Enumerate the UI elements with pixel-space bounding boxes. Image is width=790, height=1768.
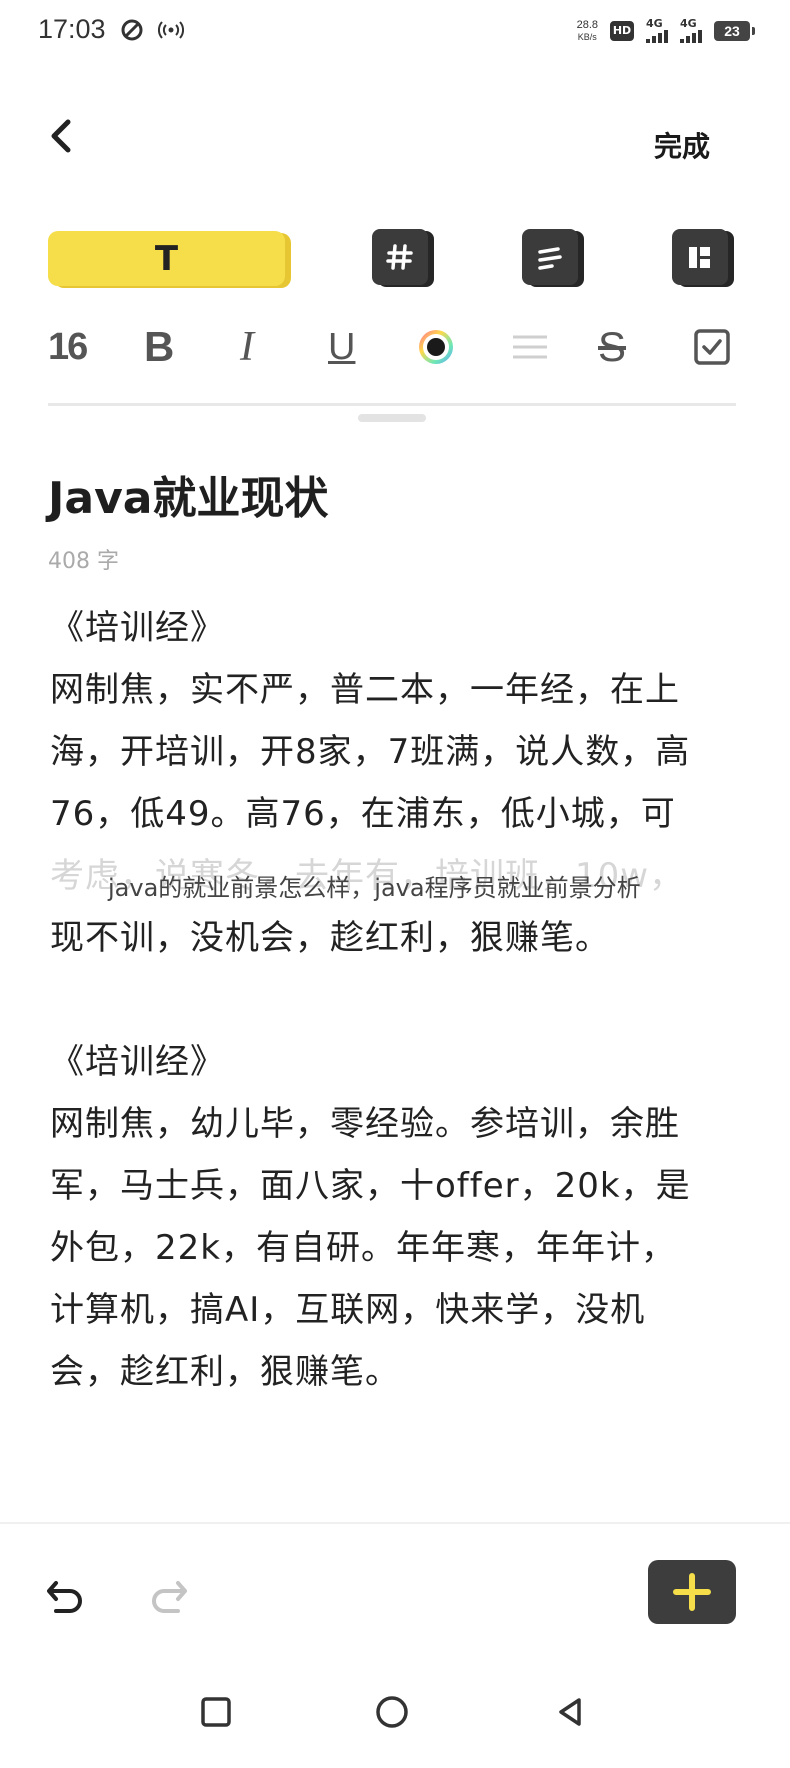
word-count: 408 字: [48, 549, 119, 574]
align-button[interactable]: [508, 322, 552, 372]
status-left-icons: [120, 18, 184, 46]
signal-sim1-icon: 4G: [646, 18, 668, 43]
text-line: 计算机，搞AI，互联网，快来学，没机: [50, 1290, 646, 1330]
checkbox-button[interactable]: [690, 322, 734, 372]
square-icon: [201, 1697, 231, 1727]
plus-icon: [673, 1573, 711, 1611]
redo-icon: [152, 1581, 187, 1613]
note-paragraph-2[interactable]: 《培训经》 网制焦，幼儿毕，零经验。参培训，余胜 军，马士兵，面八家，十offe…: [50, 1031, 750, 1403]
italic-button[interactable]: I: [240, 322, 254, 372]
text-line: 网制焦，幼儿毕，零经验。参培训，余胜: [50, 1104, 680, 1144]
note-paragraph-1[interactable]: 《培训经》 网制焦，实不严，普二本，一年经，在上 海，开培训，开8家，7班满，说…: [50, 597, 750, 969]
layout-icon: [689, 247, 710, 268]
text-line: 现不训，没机会，趁红利，狠赚笔。: [50, 918, 610, 958]
list-style-button[interactable]: [522, 229, 578, 285]
heading-icon: [386, 244, 413, 270]
battery-icon: 23: [714, 20, 755, 41]
status-right-icons: 28.8 KB/s HD 4G 4G 23: [576, 18, 755, 43]
checkbox-icon: [694, 329, 730, 365]
undo-button[interactable]: [44, 1575, 88, 1619]
align-icon: [513, 335, 547, 359]
nav-recents-button[interactable]: [196, 1692, 236, 1732]
done-button[interactable]: 完成: [654, 125, 710, 165]
heading-style-button[interactable]: [372, 229, 428, 285]
do-not-disturb-icon: [120, 18, 144, 46]
watermark-text: java的就业前景怎么样，java程序员就业前景分析: [108, 874, 641, 902]
nav-back-button[interactable]: [550, 1692, 590, 1732]
text-line: 会，趁红利，狠赚笔。: [50, 1352, 400, 1392]
strikethrough-button[interactable]: S: [598, 322, 626, 372]
signal-sim2-icon: 4G: [680, 18, 702, 43]
text-line: 网制焦，实不严，普二本，一年经，在上: [50, 670, 680, 710]
circle-icon: [376, 1696, 408, 1728]
back-button[interactable]: [44, 118, 80, 154]
drag-handle[interactable]: [358, 414, 426, 422]
hd-badge: HD: [610, 20, 634, 41]
list-icon: [538, 247, 562, 270]
note-title[interactable]: Java就业现状: [48, 462, 328, 526]
network-speed: 28.8 KB/s: [576, 18, 598, 42]
text-line: 外包，22k，有自研。年年寒，年年计，: [50, 1228, 676, 1268]
chevron-left-icon: [51, 119, 71, 153]
toolbar-divider: [48, 403, 736, 406]
text-line: 《培训经》: [50, 1042, 225, 1082]
undo-icon: [47, 1581, 82, 1613]
text-line: 海，开培训，开8家，7班满，说人数，高: [50, 732, 691, 772]
underline-button[interactable]: U: [328, 322, 355, 372]
layout-style-button[interactable]: [672, 229, 728, 285]
font-size-button[interactable]: 16: [48, 322, 88, 372]
text-color-button[interactable]: [414, 322, 458, 372]
status-time: 17:03: [38, 14, 106, 44]
text-line: 《培训经》: [50, 608, 225, 648]
triangle-back-icon: [559, 1698, 581, 1726]
hotspot-icon: [158, 18, 184, 46]
redo-button[interactable]: [146, 1575, 190, 1619]
color-wheel-icon: [419, 330, 453, 364]
nav-home-button[interactable]: [372, 1692, 412, 1732]
bold-button[interactable]: B: [144, 322, 174, 372]
add-button[interactable]: [648, 1560, 736, 1624]
text-line: 军，马士兵，面八家，十offer，20k，是: [50, 1166, 691, 1206]
text-line: 76，低49。高76，在浦东，低小城，可: [50, 794, 676, 834]
text-style-button[interactable]: T: [48, 231, 285, 286]
bottom-divider: [0, 1522, 790, 1524]
